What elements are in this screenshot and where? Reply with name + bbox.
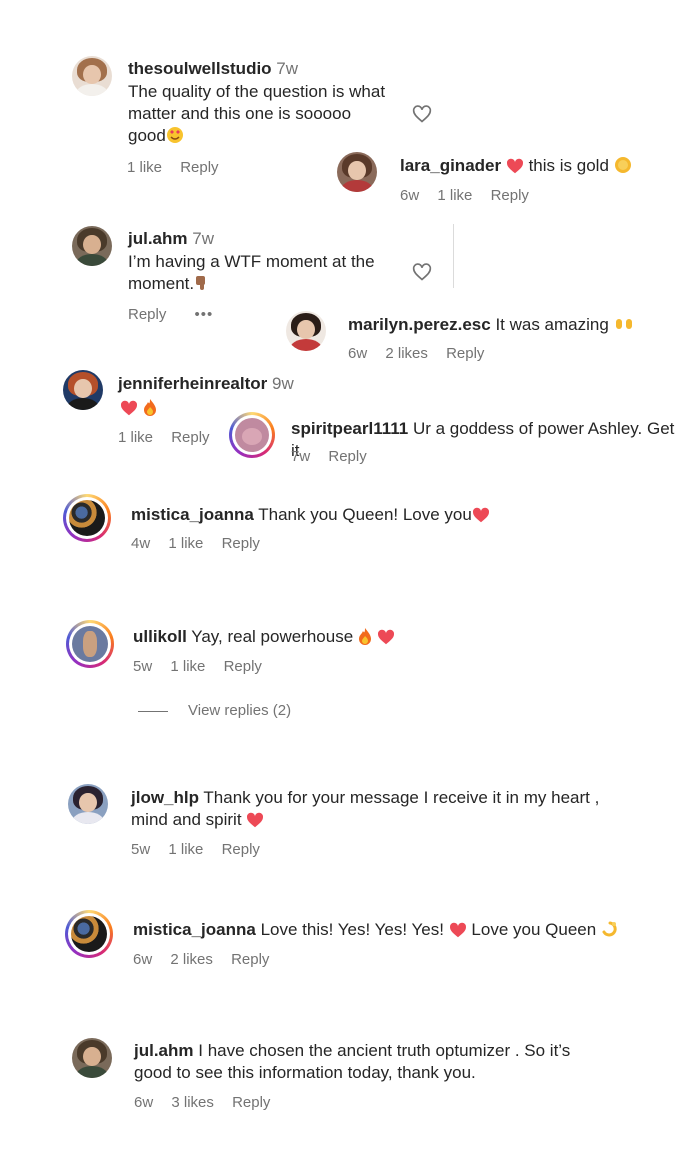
reply-button[interactable]: Reply: [171, 429, 209, 446]
view-replies-button[interactable]: View replies (2): [188, 702, 291, 719]
dizzy-icon: [601, 920, 619, 944]
comment-time: 5w: [131, 841, 151, 858]
comment-username[interactable]: lara_ginader: [400, 156, 501, 175]
comment-time: 6w: [400, 187, 420, 204]
reply-button[interactable]: Reply: [231, 951, 269, 968]
avatar[interactable]: [63, 494, 111, 542]
comment-time: 6w: [133, 951, 153, 968]
avatar[interactable]: [72, 226, 112, 266]
comment-time: 9w: [272, 374, 294, 393]
comment-text: this is gold: [528, 156, 609, 175]
comment-time: 5w: [133, 658, 153, 675]
red-heart-icon: [120, 400, 138, 422]
reply-button[interactable]: Reply: [180, 159, 218, 176]
red-heart-icon: [246, 812, 264, 834]
comment-username[interactable]: mistica_joanna: [133, 920, 256, 939]
like-count[interactable]: 1 like: [437, 187, 472, 204]
like-count[interactable]: 2 likes: [170, 951, 213, 968]
comment-username[interactable]: jlow_hlp: [131, 788, 199, 807]
raised-hands-icon: [614, 315, 634, 339]
comment-text: Love you Queen: [471, 920, 597, 939]
comment-username[interactable]: marilyn.perez.esc: [348, 315, 491, 334]
avatar[interactable]: [65, 910, 113, 958]
comment-time: 4w: [131, 535, 151, 552]
reply-button[interactable]: Reply: [232, 1094, 270, 1111]
like-count[interactable]: 1 like: [118, 429, 153, 446]
comment-text: Thank you Queen! Love you: [258, 505, 472, 524]
comment-time: 6w: [134, 1094, 154, 1111]
comment-username[interactable]: thesoulwellstudio: [128, 59, 272, 78]
smiling-face-with-heart-eyes-icon: [166, 126, 184, 150]
heart-outline-icon[interactable]: [412, 262, 432, 282]
fire-icon: [143, 398, 157, 422]
comment-username[interactable]: jenniferheinrealtor: [118, 374, 267, 393]
heart-outline-icon[interactable]: [412, 104, 432, 124]
gold-coin-icon: [614, 156, 632, 180]
red-heart-icon: [449, 922, 467, 944]
like-count[interactable]: 2 likes: [385, 345, 428, 362]
comment-text: jul.ahm I have chosen the ancient truth …: [134, 1041, 571, 1082]
red-heart-icon: [377, 629, 395, 651]
reply-button[interactable]: Reply: [128, 306, 166, 323]
comment-username[interactable]: mistica_joanna: [131, 505, 254, 524]
comment-time: 6w: [348, 345, 368, 362]
comment-text: [120, 397, 157, 422]
avatar[interactable]: [63, 370, 103, 410]
avatar[interactable]: [286, 311, 326, 351]
red-heart-icon: [506, 158, 524, 180]
divider: [453, 224, 454, 288]
like-count[interactable]: 1 like: [170, 658, 205, 675]
comment-username[interactable]: jul.ahm: [128, 229, 188, 248]
comment-username[interactable]: spiritpearl1111: [291, 419, 408, 438]
reply-button[interactable]: Reply: [328, 448, 366, 465]
more-options-icon[interactable]: •••: [195, 306, 214, 323]
thumbs-down-icon: [194, 274, 210, 298]
avatar[interactable]: [337, 152, 377, 192]
like-count[interactable]: 1 like: [168, 841, 203, 858]
comment-text: The quality of the question is what matt…: [128, 81, 408, 150]
comment-text: Yay, real powerhouse: [191, 627, 354, 646]
like-count[interactable]: 3 likes: [171, 1094, 214, 1111]
comment-text: jlow_hlp Thank you for your message I re…: [131, 787, 631, 834]
reply-button[interactable]: Reply: [222, 535, 260, 552]
red-heart-icon: [472, 507, 490, 529]
comment-text: It was amazing: [495, 315, 609, 334]
like-count[interactable]: 1 like: [127, 159, 162, 176]
reply-button[interactable]: Reply: [491, 187, 529, 204]
avatar[interactable]: [72, 1038, 112, 1078]
comment-username[interactable]: jul.ahm: [134, 1041, 194, 1060]
comment-text: I’m having a WTF moment at the moment.: [128, 251, 408, 298]
fire-icon: [358, 627, 372, 651]
view-replies-line: [138, 711, 168, 712]
comment-time: 7w: [291, 448, 311, 465]
avatar[interactable]: [68, 784, 108, 824]
reply-button[interactable]: Reply: [224, 658, 262, 675]
comment-text: Love this! Yes! Yes! Yes!: [260, 920, 444, 939]
like-count[interactable]: 1 like: [168, 535, 203, 552]
reply-button[interactable]: Reply: [446, 345, 484, 362]
reply-button[interactable]: Reply: [222, 841, 260, 858]
comment-time: 7w: [192, 229, 214, 248]
avatar[interactable]: [66, 620, 114, 668]
comment-username[interactable]: ullikoll: [133, 627, 187, 646]
avatar[interactable]: [72, 56, 112, 96]
comment-time: 7w: [276, 59, 299, 78]
avatar[interactable]: [229, 412, 275, 458]
